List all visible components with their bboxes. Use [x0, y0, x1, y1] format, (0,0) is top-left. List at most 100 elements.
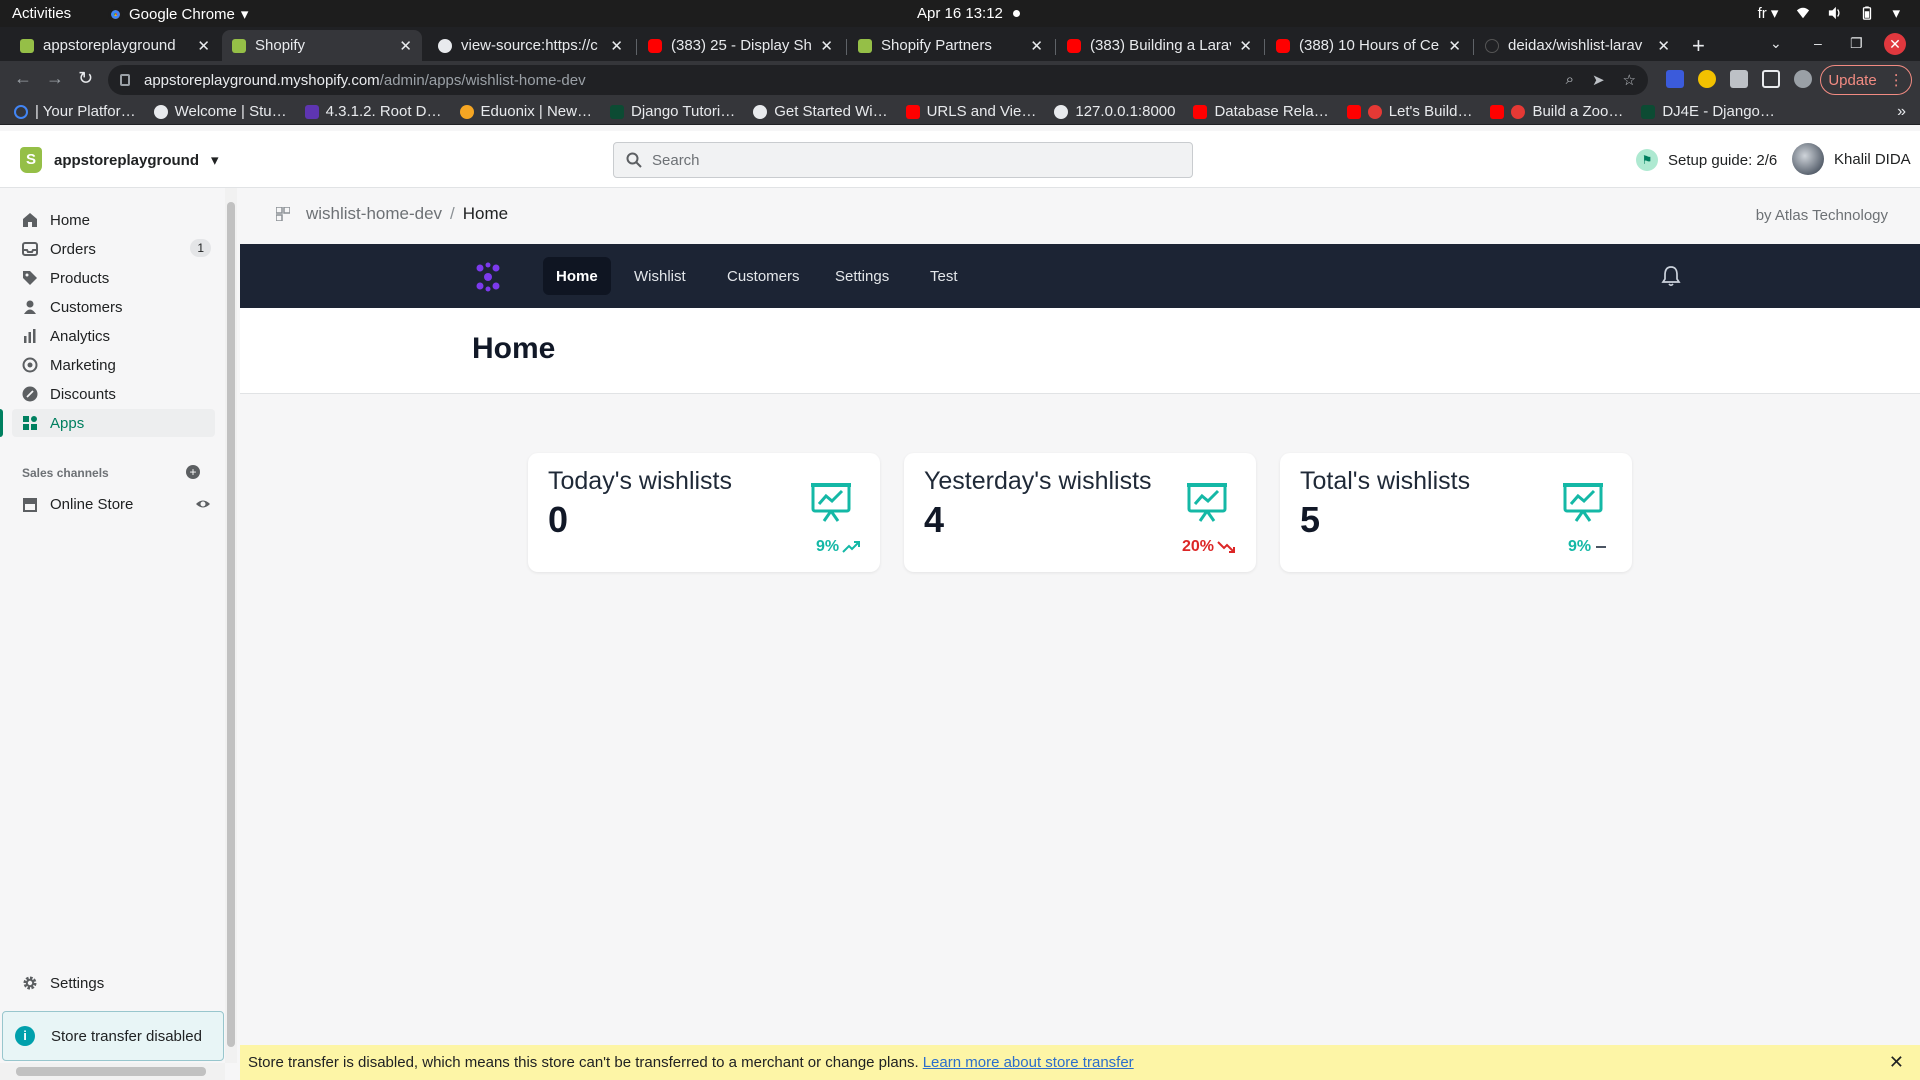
admin-search-input[interactable]: Search: [613, 142, 1193, 178]
user-menu[interactable]: Khalil DIDA: [1792, 143, 1911, 175]
sidebar-item-products[interactable]: Products: [12, 264, 215, 292]
sidebar-item-discounts[interactable]: Discounts: [12, 380, 215, 408]
extension-icon[interactable]: [1666, 70, 1684, 88]
sidebar-item-marketing[interactable]: Marketing: [12, 351, 215, 379]
bookmark-item[interactable]: Welcome | Stu…: [153, 103, 287, 120]
app-logo-icon[interactable]: [472, 261, 504, 293]
learn-more-link[interactable]: Learn more about store transfer: [923, 1054, 1134, 1071]
sidebar-item-settings[interactable]: Settings: [12, 969, 215, 997]
bookmark-item[interactable]: Django Tutori…: [609, 103, 735, 120]
sidebar-item-online-store[interactable]: Online Store: [12, 490, 215, 518]
browser-tab[interactable]: appstoreplayground ✕: [10, 30, 220, 61]
window-close-icon[interactable]: ✕: [1884, 33, 1906, 55]
eye-icon[interactable]: [195, 496, 211, 512]
send-icon[interactable]: ➤: [1592, 71, 1605, 89]
language-indicator[interactable]: fr ▾: [1758, 4, 1779, 22]
bookmark-item[interactable]: Eduonix | New…: [459, 103, 592, 120]
sidebar-item-analytics[interactable]: Analytics: [12, 322, 215, 350]
orders-count-badge: 1: [190, 239, 211, 257]
bookmarks-overflow-icon[interactable]: »: [1897, 103, 1906, 121]
store-name: appstoreplayground: [54, 151, 200, 169]
add-channel-plus-icon[interactable]: +: [186, 465, 200, 479]
close-icon[interactable]: ✕: [820, 37, 833, 55]
store-transfer-notice[interactable]: i Store transfer disabled: [2, 1011, 224, 1061]
sidebar-horizontal-scrollbar[interactable]: [0, 1063, 225, 1080]
sidebar-item-home[interactable]: Home: [12, 206, 215, 234]
browser-tab[interactable]: (383) 25 - Display Shop ✕: [638, 30, 843, 61]
zoom-magnifier-icon[interactable]: ⌕: [1566, 71, 1574, 89]
bell-icon[interactable]: [1660, 265, 1682, 287]
close-icon[interactable]: ✕: [1448, 37, 1461, 55]
close-icon[interactable]: ✕: [1889, 1052, 1904, 1073]
new-tab-plus-icon[interactable]: +: [1692, 33, 1705, 59]
active-app-menu[interactable]: Google Chrome ▾: [108, 5, 248, 23]
bookmark-item[interactable]: DJ4E - Django…: [1641, 103, 1775, 120]
sidebar-scrollbar[interactable]: [225, 188, 237, 1063]
tab-search-chevron-icon[interactable]: ⌄: [1770, 35, 1782, 52]
tab-customers[interactable]: Customers: [714, 257, 813, 295]
tab-settings[interactable]: Settings: [822, 257, 902, 295]
system-tray[interactable]: fr ▾ ▾: [1758, 4, 1900, 22]
sidebar-item-customers[interactable]: Customers: [12, 293, 215, 321]
clock[interactable]: Apr 16 13:12: [917, 5, 1020, 22]
bookmarks-bar: | Your Platfor… Welcome | Stu… 4.3.1.2. …: [0, 99, 1920, 125]
trending-up-icon: [842, 541, 861, 553]
bookmark-item[interactable]: Get Started Wi…: [753, 103, 888, 120]
activities-button[interactable]: Activities: [12, 5, 71, 22]
tab-wishlist[interactable]: Wishlist: [621, 257, 699, 295]
back-arrow-icon[interactable]: ←: [14, 68, 32, 89]
close-icon[interactable]: ✕: [1657, 37, 1670, 55]
browser-tab-active[interactable]: Shopify ✕: [222, 30, 422, 61]
tab-title: Shopify: [255, 37, 306, 54]
trend-percent: 9%: [816, 538, 840, 555]
side-panel-icon[interactable]: [1762, 70, 1780, 88]
extension-icon[interactable]: [1698, 70, 1716, 88]
scrollbar-thumb[interactable]: [16, 1067, 206, 1076]
bookmark-star-icon[interactable]: ☆: [1623, 71, 1636, 89]
address-bar[interactable]: appstoreplayground.myshopify.com/admin/a…: [108, 65, 1648, 95]
bookmark-item[interactable]: 127.0.0.1:8000: [1054, 103, 1175, 120]
browser-tab[interactable]: deidax/wishlist-larav ✕: [1475, 30, 1680, 61]
setup-guide-button[interactable]: ⚑ Setup guide: 2/6: [1636, 149, 1777, 171]
close-icon[interactable]: ✕: [399, 37, 412, 55]
close-icon[interactable]: ✕: [610, 37, 623, 55]
chevron-down-icon: ▾: [240, 6, 249, 23]
profile-avatar-icon[interactable]: [1794, 70, 1812, 88]
update-button[interactable]: Update ⋮: [1820, 65, 1912, 95]
kebab-menu-icon: ⋮: [1888, 72, 1904, 89]
bookmark-item[interactable]: Database Rela…: [1193, 103, 1329, 120]
puzzle-extensions-icon[interactable]: [1730, 70, 1748, 88]
restore-icon[interactable]: ❐: [1850, 35, 1863, 52]
browser-tab[interactable]: Shopify Partners ✕: [848, 30, 1053, 61]
close-icon[interactable]: ✕: [197, 37, 210, 55]
bookmark-item[interactable]: Build a Zoo…: [1490, 103, 1623, 120]
close-icon[interactable]: ✕: [1239, 37, 1252, 55]
shopify-top-bar: appstoreplayground ▾ Search ⚑ Setup guid…: [0, 131, 1920, 188]
reload-icon[interactable]: ↻: [78, 68, 93, 89]
bookmark-item[interactable]: Let's Build…: [1346, 103, 1472, 120]
trend-percent: 20%: [1182, 538, 1215, 555]
browser-tab[interactable]: view-source:https://c ✕: [428, 30, 633, 61]
forward-arrow-icon[interactable]: →: [46, 68, 64, 89]
bookmark-item[interactable]: 4.3.1.2. Root D…: [304, 103, 442, 120]
browser-tab[interactable]: (383) Building a Larav ✕: [1057, 30, 1262, 61]
close-icon[interactable]: ✕: [1030, 37, 1043, 55]
sidebar-item-apps[interactable]: Apps: [0, 409, 215, 437]
tab-label: Settings: [835, 267, 890, 285]
tab-test[interactable]: Test: [917, 257, 971, 295]
stat-card-title: Yesterday's wishlists: [924, 467, 1152, 495]
stat-card-value: 4: [924, 499, 945, 540]
scrollbar-thumb[interactable]: [227, 202, 235, 1047]
store-switcher[interactable]: appstoreplayground ▾: [20, 147, 219, 173]
browser-tab[interactable]: (388) 10 Hours of Cell ✕: [1266, 30, 1471, 61]
bookmark-favicon-icon: [1511, 104, 1526, 119]
sidebar-item-label: Orders: [50, 240, 96, 258]
minimize-icon[interactable]: –: [1814, 35, 1822, 51]
youtube-icon: [1276, 38, 1290, 53]
bookmark-item[interactable]: URLS and Vie…: [905, 103, 1036, 120]
sidebar-item-orders[interactable]: Orders 1: [12, 235, 215, 263]
breadcrumb-app-link[interactable]: wishlist-home-dev: [306, 204, 442, 224]
tab-home[interactable]: Home: [543, 257, 611, 295]
stat-card-title: Total's wishlists: [1300, 467, 1471, 495]
bookmark-item[interactable]: | Your Platfor…: [14, 103, 136, 120]
